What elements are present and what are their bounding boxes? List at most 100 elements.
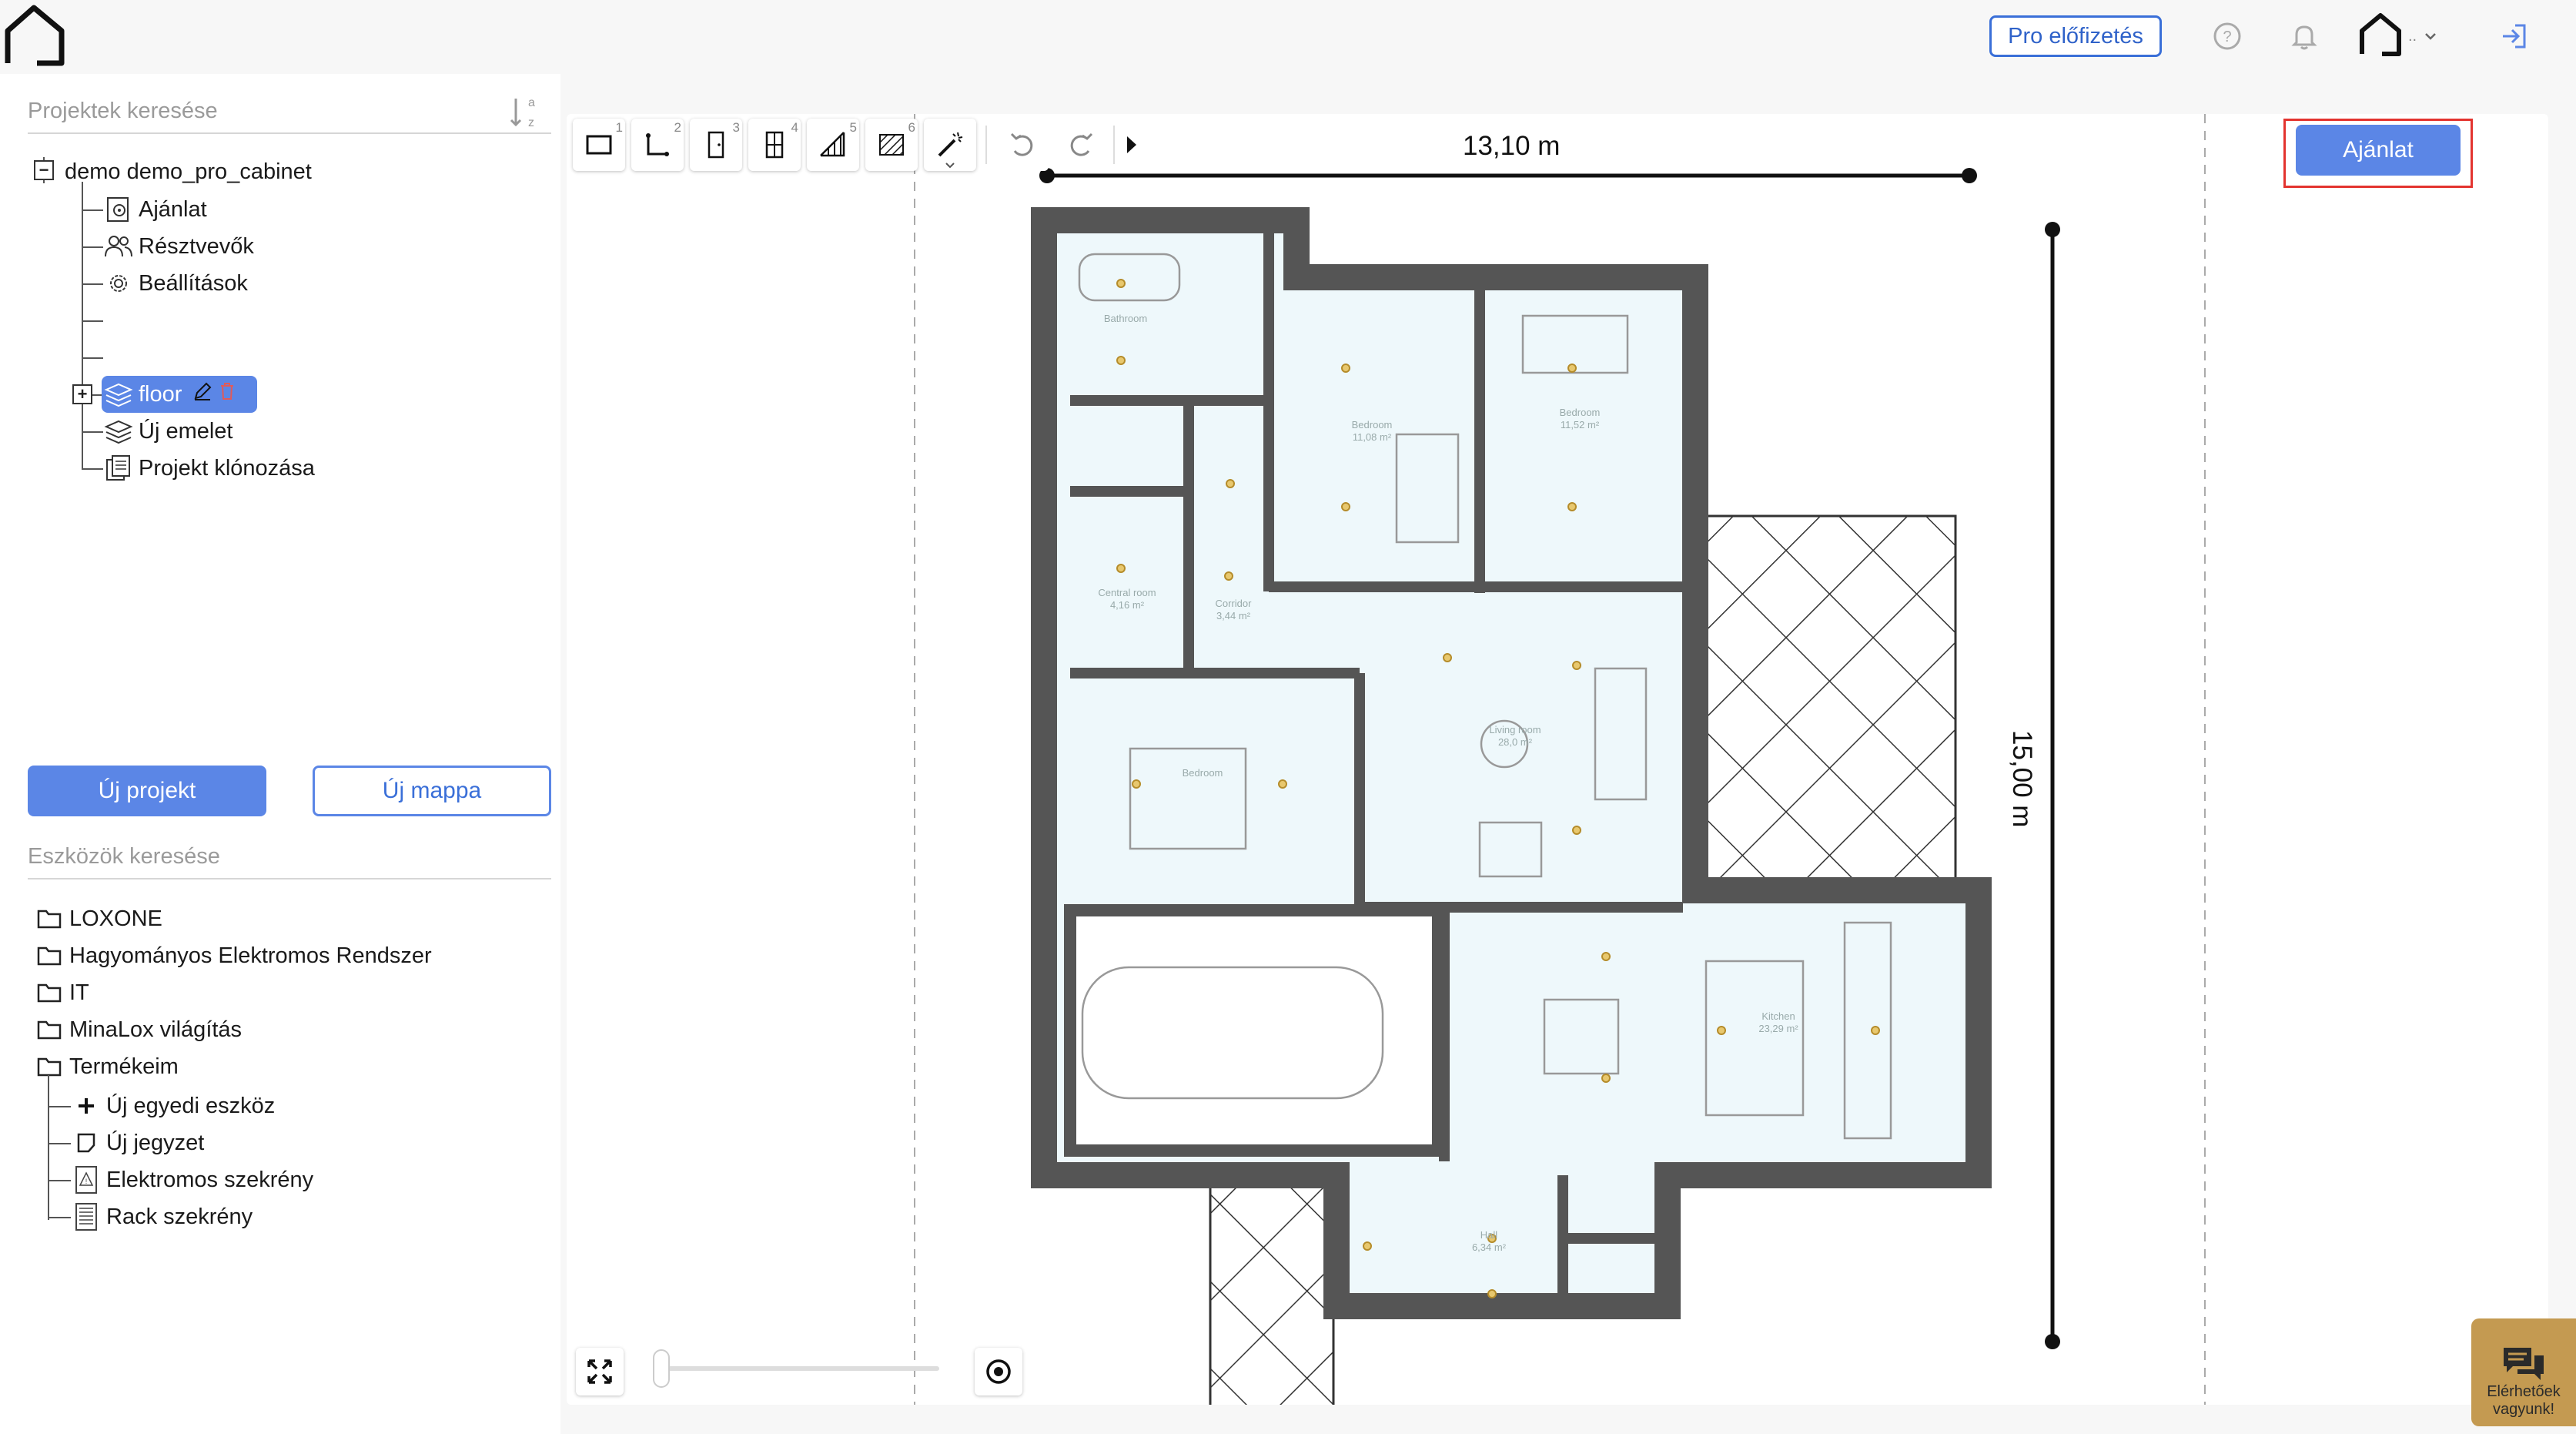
pro-subscription-button[interactable]: Pro előfizetés bbox=[1989, 15, 2162, 57]
new-folder-button[interactable]: Új mappa bbox=[313, 766, 551, 816]
rectangle-room-tool[interactable]: 1 bbox=[573, 119, 625, 171]
room-label: Living room bbox=[1489, 724, 1541, 735]
toolbar-divider bbox=[1113, 126, 1115, 164]
project-root[interactable]: demo demo_pro_cabinet bbox=[65, 154, 312, 189]
sidebar-item-offer[interactable]: Ajánlat bbox=[103, 192, 207, 227]
participants-icon bbox=[103, 231, 134, 262]
item-label: Új jegyzet bbox=[106, 1130, 205, 1155]
play-right-icon bbox=[1127, 136, 1136, 153]
plan-width-dimension: 13,10 m bbox=[1463, 131, 1561, 161]
logout-icon[interactable] bbox=[2494, 17, 2533, 55]
room-label: Corridor bbox=[1216, 598, 1253, 609]
svg-text:?: ? bbox=[2223, 28, 2231, 45]
room-area: 4,16 m² bbox=[1110, 599, 1145, 611]
sidebar-item-participants[interactable]: Résztvevők bbox=[103, 229, 254, 264]
redo-button[interactable] bbox=[1055, 119, 1107, 171]
magic-wand-icon bbox=[938, 132, 963, 157]
expand-toggle[interactable]: + bbox=[72, 384, 92, 404]
sidebar-item-label: Projekt klónozása bbox=[139, 455, 315, 481]
polygon-room-tool[interactable]: 2 bbox=[631, 119, 684, 171]
drawing-toolbar: 1 2 3 4 5 6 bbox=[573, 117, 1142, 173]
pencil-icon[interactable] bbox=[192, 381, 212, 407]
folder-label: Termékeim bbox=[69, 1054, 179, 1079]
room-label: Hall bbox=[1480, 1229, 1498, 1241]
offer-button[interactable]: Ajánlat bbox=[2296, 125, 2461, 176]
rack-cabinet-item[interactable]: Rack szekrény bbox=[71, 1199, 253, 1235]
folder-my-products[interactable]: Termékeim bbox=[34, 1049, 179, 1084]
door-icon bbox=[708, 131, 724, 159]
svg-text:!: ! bbox=[85, 1178, 88, 1185]
folder-icon bbox=[34, 977, 65, 1008]
room-area: 6,34 m² bbox=[1472, 1241, 1507, 1253]
door-tool[interactable]: 3 bbox=[690, 119, 742, 171]
bell-icon[interactable] bbox=[2285, 17, 2323, 55]
item-label: Új egyedi eszköz bbox=[106, 1093, 276, 1118]
chevron-down-icon bbox=[945, 162, 955, 169]
window-tool[interactable]: 4 bbox=[748, 119, 801, 171]
chevron-down-icon bbox=[2425, 33, 2437, 40]
sidebar-item-label: Ajánlat bbox=[139, 196, 207, 222]
sort-az-icon[interactable]: az bbox=[508, 94, 539, 132]
folder-minalox-lighting[interactable]: MinaLox világítás bbox=[34, 1012, 242, 1047]
expand-toolbar-button[interactable] bbox=[1121, 119, 1142, 171]
room-area: 28,0 m² bbox=[1498, 736, 1533, 748]
new-custom-device-item[interactable]: Új egyedi eszköz bbox=[71, 1088, 275, 1124]
hatch-area-tool[interactable]: 6 bbox=[865, 119, 918, 171]
sidebar-item-floor[interactable]: floor bbox=[103, 377, 236, 412]
top-bar: Pro előfizetés ? .. bbox=[0, 0, 2576, 74]
room-area: 3,44 m² bbox=[1216, 610, 1251, 622]
sidebar-item-clone-project[interactable]: Projekt klónozása bbox=[103, 451, 315, 486]
new-project-button[interactable]: Új projekt bbox=[28, 766, 266, 816]
sidebar-item-label: Résztvevők bbox=[139, 233, 254, 259]
user-menu[interactable]: .. bbox=[2356, 13, 2441, 56]
add-layer-icon bbox=[103, 416, 134, 447]
plus-icon bbox=[71, 1091, 102, 1121]
sidebar-item-settings[interactable]: Beállítások bbox=[103, 266, 248, 301]
stairs-tool[interactable]: 5 bbox=[807, 119, 859, 171]
user-menu-dots: .. bbox=[2408, 27, 2417, 45]
room-area: 11,52 m² bbox=[1561, 419, 1600, 431]
offer-gear-icon bbox=[103, 194, 134, 225]
chat-widget[interactable]: Elérhetőek vagyunk! bbox=[2471, 1318, 2576, 1426]
house-icon bbox=[2360, 13, 2401, 56]
electrical-cabinet-icon: ! bbox=[71, 1164, 102, 1195]
polyline-icon bbox=[646, 133, 669, 156]
project-search-input[interactable]: Projektek keresése bbox=[28, 89, 551, 134]
toolbar-divider bbox=[985, 126, 987, 164]
sidebar-item-label: Új emelet bbox=[139, 418, 233, 444]
fit-to-screen-button[interactable] bbox=[576, 1348, 624, 1395]
center-view-button[interactable] bbox=[975, 1348, 1022, 1395]
floor-plan-canvas[interactable]: Bathroom Bedroom 11,08 m² Bedroom 11,52 … bbox=[567, 114, 2548, 1405]
sidebar-item-label: Beállítások bbox=[139, 270, 248, 296]
hatch-icon bbox=[879, 134, 904, 156]
plan-height-dimension: 15,00 m bbox=[2007, 730, 2037, 828]
folder-loxone[interactable]: LOXONE bbox=[34, 901, 162, 936]
room-label: Bedroom bbox=[1560, 407, 1601, 418]
house-icon[interactable] bbox=[0, 0, 74, 74]
undo-button[interactable] bbox=[996, 119, 1049, 171]
folder-icon bbox=[34, 940, 65, 971]
folder-icon bbox=[34, 1014, 65, 1045]
device-search-input[interactable]: Eszközök keresése bbox=[28, 835, 551, 879]
trash-icon[interactable] bbox=[219, 381, 236, 407]
rack-cabinet-icon bbox=[71, 1201, 102, 1232]
folder-traditional-electrical[interactable]: Hagyományos Elektromos Rendszer bbox=[34, 938, 432, 973]
electrical-cabinet-item[interactable]: ! Elektromos szekrény bbox=[71, 1162, 313, 1198]
folder-it[interactable]: IT bbox=[34, 975, 89, 1010]
window-icon bbox=[765, 131, 784, 159]
room-area: 11,08 m² bbox=[1353, 431, 1392, 443]
clone-icon bbox=[103, 453, 134, 484]
sidebar: Projektek keresése az − demo demo_pro_ca… bbox=[0, 74, 560, 1434]
collapse-toggle[interactable]: − bbox=[34, 160, 54, 180]
question-circle-icon[interactable]: ? bbox=[2208, 17, 2246, 55]
sidebar-item-new-floor[interactable]: Új emelet bbox=[103, 414, 233, 449]
zoom-slider-track[interactable] bbox=[653, 1366, 939, 1371]
room-label: Bedroom bbox=[1352, 419, 1393, 431]
new-note-item[interactable]: Új jegyzet bbox=[71, 1125, 204, 1161]
folder-icon bbox=[34, 903, 65, 934]
gear-icon bbox=[103, 268, 134, 299]
magic-wand-tool[interactable] bbox=[924, 119, 976, 171]
folder-label: IT bbox=[69, 980, 89, 1005]
zoom-slider-handle[interactable] bbox=[653, 1349, 670, 1388]
fullscreen-arrows-icon bbox=[587, 1359, 612, 1384]
